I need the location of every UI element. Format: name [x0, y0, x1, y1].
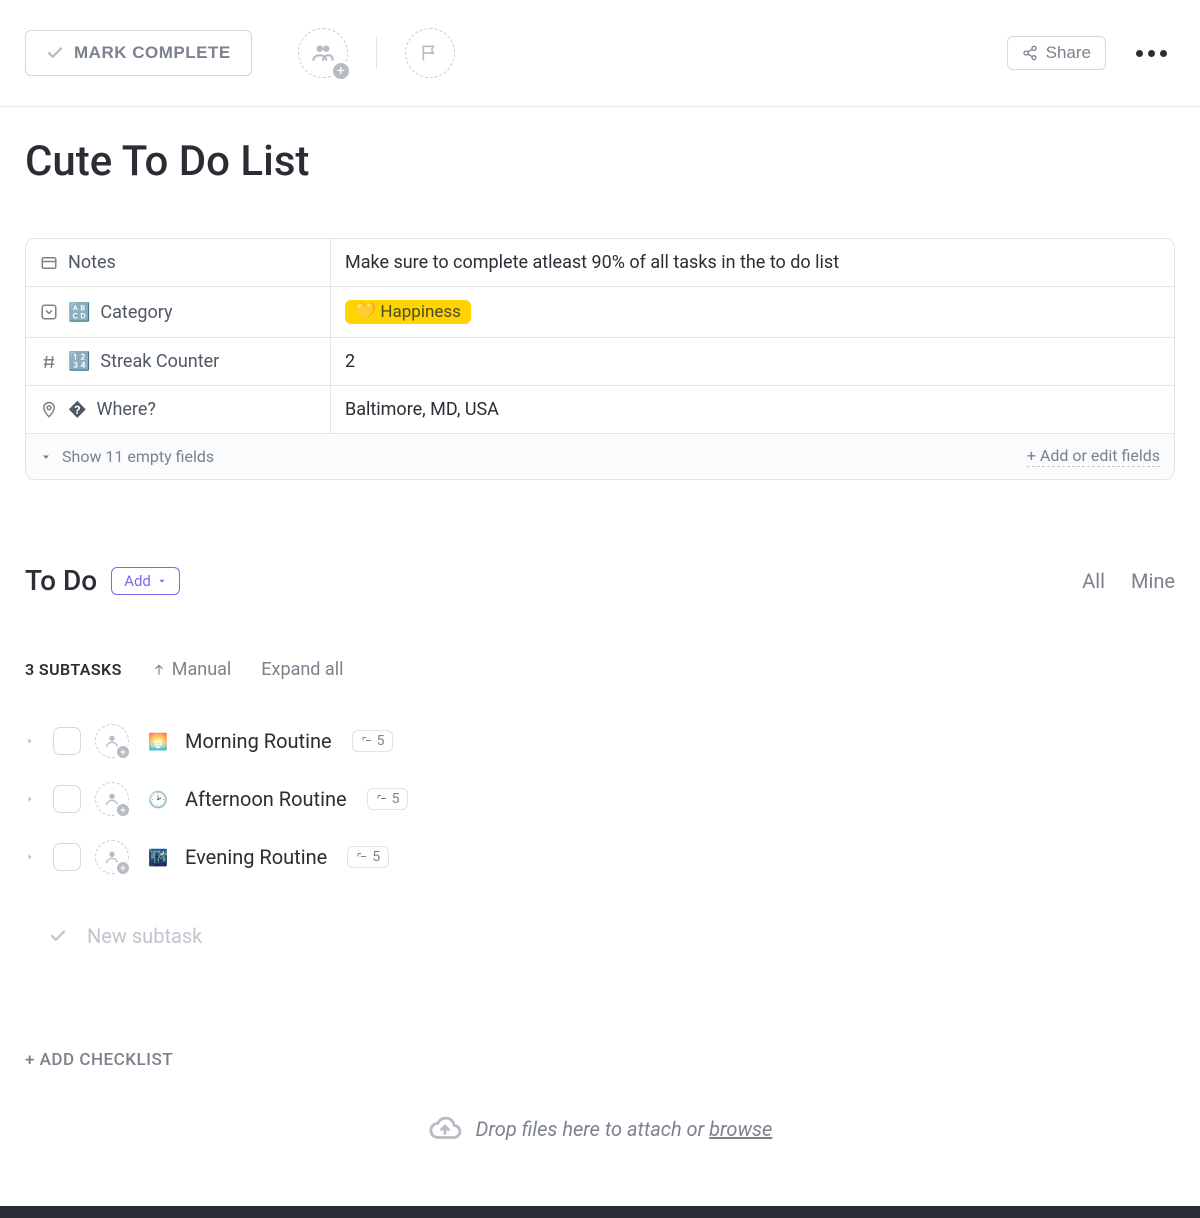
fields-footer: Show 11 empty fields + Add or edit field… — [26, 434, 1174, 479]
section-title: To Do — [25, 564, 97, 597]
subtask-checkbox[interactable] — [53, 785, 81, 813]
share-icon — [1022, 45, 1038, 61]
add-assignee-button[interactable]: + — [298, 28, 348, 78]
subtasks-count: 3 SUBTASKS — [25, 660, 122, 679]
subtasks-list: + 🌅 Morning Routine 5 + 🕑 Afternoon Rout… — [25, 712, 1175, 968]
field-label: 🔠 Category — [26, 287, 331, 337]
category-tag[interactable]: 💛 Happiness — [345, 300, 471, 324]
caret-down-icon — [157, 576, 167, 586]
field-row-where: � Where? Baltimore, MD, USA — [26, 386, 1174, 434]
mark-complete-label: MARK COMPLETE — [74, 43, 231, 63]
subtask-checkbox[interactable] — [53, 727, 81, 755]
add-dropdown-button[interactable]: Add — [111, 567, 180, 595]
subtask-checkbox[interactable] — [53, 843, 81, 871]
chevron-right-icon — [25, 735, 35, 747]
browse-link[interactable]: browse — [709, 1117, 772, 1141]
field-label: � Where? — [26, 386, 331, 433]
plus-icon: + — [115, 802, 131, 818]
caret-down-icon — [40, 451, 52, 463]
field-row-notes: Notes Make sure to complete atleast 90% … — [26, 239, 1174, 287]
subtask-row[interactable]: + 🌅 Morning Routine 5 — [25, 712, 1175, 770]
share-label: Share — [1046, 43, 1091, 63]
add-edit-fields-button[interactable]: + Add or edit fields — [1027, 446, 1160, 467]
attachment-dropzone[interactable]: Drop files here to attach or browse — [25, 1092, 1175, 1176]
subtask-count-badge[interactable]: 5 — [347, 846, 389, 868]
field-row-streak: 🔢 Streak Counter 2 — [26, 338, 1174, 386]
field-value[interactable]: 2 — [331, 338, 1174, 385]
task-emoji: 🌅 — [147, 730, 169, 752]
set-priority-button[interactable] — [405, 28, 455, 78]
add-checklist-button[interactable]: + ADD CHECKLIST — [25, 1050, 1175, 1070]
dropzone-text: Drop files here to attach or browse — [476, 1117, 773, 1141]
people-icon — [310, 40, 336, 66]
field-value[interactable]: 💛 Happiness — [331, 287, 1174, 337]
more-menu-button[interactable] — [1128, 42, 1175, 65]
plus-icon: + — [331, 61, 351, 81]
divider — [376, 37, 377, 69]
expand-toggle[interactable] — [25, 848, 39, 867]
field-label: 🔢 Streak Counter — [26, 338, 331, 385]
hash-icon — [40, 353, 58, 371]
expand-toggle[interactable] — [25, 790, 39, 809]
subtask-assignee-button[interactable]: + — [95, 782, 129, 816]
expand-toggle[interactable] — [25, 732, 39, 751]
expand-all-button[interactable]: Expand all — [261, 659, 343, 680]
check-icon — [49, 927, 67, 945]
field-value[interactable]: Make sure to complete atleast 90% of all… — [331, 239, 1174, 286]
subtasks-icon — [361, 735, 373, 747]
chevron-right-icon — [25, 851, 35, 863]
task-emoji: 🕑 — [147, 788, 169, 810]
arrow-up-icon — [152, 663, 166, 677]
chevron-right-icon — [25, 793, 35, 805]
subtasks-icon — [376, 793, 388, 805]
filter-mine[interactable]: Mine — [1131, 569, 1175, 593]
bottom-strip — [0, 1206, 1200, 1218]
subtasks-toolbar: 3 SUBTASKS Manual Expand all — [25, 659, 1175, 688]
field-row-category: 🔠 Category 💛 Happiness — [26, 287, 1174, 338]
subtask-title[interactable]: Evening Routine — [185, 845, 327, 869]
pin-icon — [40, 401, 58, 419]
flag-icon — [420, 43, 440, 63]
subtask-assignee-button[interactable]: + — [95, 724, 129, 758]
notes-icon — [40, 254, 58, 272]
filter-all[interactable]: All — [1082, 569, 1105, 593]
mark-complete-button[interactable]: MARK COMPLETE — [25, 30, 252, 76]
field-label: Notes — [26, 239, 331, 286]
new-subtask-input[interactable]: New subtask — [25, 904, 1175, 968]
page-title[interactable]: Cute To Do List — [25, 137, 1175, 186]
subtask-title[interactable]: Morning Routine — [185, 729, 332, 753]
top-bar: MARK COMPLETE + Share — [0, 0, 1200, 107]
cloud-upload-icon — [428, 1112, 462, 1146]
plus-icon: + — [115, 860, 131, 876]
field-value[interactable]: Baltimore, MD, USA — [331, 386, 1174, 433]
subtask-row[interactable]: + 🌃 Evening Routine 5 — [25, 828, 1175, 886]
plus-icon: + — [115, 744, 131, 760]
sort-button[interactable]: Manual — [152, 659, 232, 680]
subtasks-icon — [356, 851, 368, 863]
subtask-assignee-button[interactable]: + — [95, 840, 129, 874]
subtask-count-badge[interactable]: 5 — [367, 788, 409, 810]
todo-section-header: To Do Add All Mine — [25, 564, 1175, 597]
show-empty-fields-button[interactable]: Show 11 empty fields — [40, 447, 214, 466]
subtask-count-badge[interactable]: 5 — [352, 730, 394, 752]
subtask-row[interactable]: + 🕑 Afternoon Routine 5 — [25, 770, 1175, 828]
check-icon — [46, 44, 64, 62]
task-emoji: 🌃 — [147, 846, 169, 868]
subtask-title[interactable]: Afternoon Routine — [185, 787, 347, 811]
share-button[interactable]: Share — [1007, 36, 1106, 70]
new-subtask-placeholder: New subtask — [87, 924, 202, 948]
custom-fields-table: Notes Make sure to complete atleast 90% … — [25, 238, 1175, 480]
dropdown-icon — [40, 303, 58, 321]
